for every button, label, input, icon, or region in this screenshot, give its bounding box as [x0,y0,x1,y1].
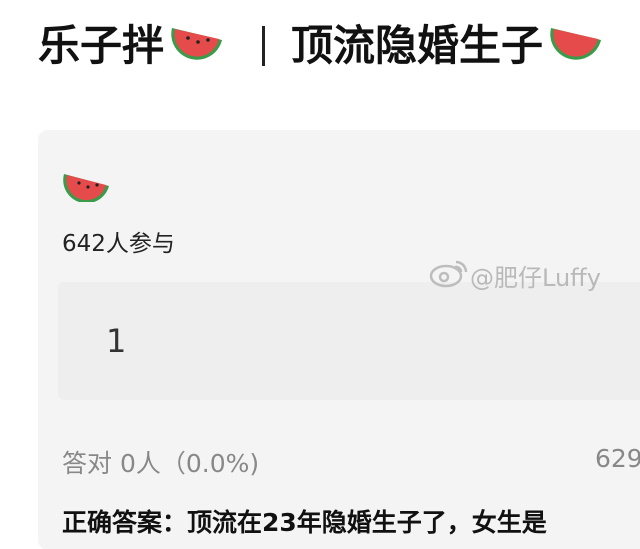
poll-option[interactable] [58,282,640,400]
watermelon-icon [62,164,112,206]
other-count: 629 [595,444,640,473]
page-title: 乐子拌 顶流隐婚生子 [38,14,605,78]
watermelon-icon [547,14,605,78]
watermark-text: @肥仔Luffy [470,263,601,292]
poll-option-label: 1 [106,322,127,360]
correct-answer: 正确答案：顶流在23年隐婚生子了，女生是 [62,508,547,537]
screenshot-page: 乐子拌 顶流隐婚生子 642人参与 1 @肥仔Luffy 答对 0人（0.0%)… [0,0,640,549]
watermelon-icon [168,14,226,78]
title-right: 顶流隐婚生子 [291,21,544,70]
participant-count: 642人参与 [62,231,175,257]
weibo-icon [428,256,470,294]
title-separator [262,26,266,66]
watermark: @肥仔Luffy [428,256,601,294]
title-left: 乐子拌 [38,21,165,70]
correct-count: 答对 0人（0.0%) [62,449,260,478]
